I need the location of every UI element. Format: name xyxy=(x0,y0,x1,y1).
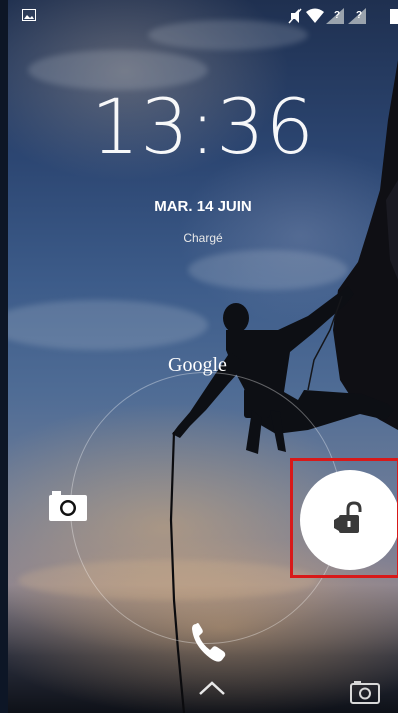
lock-clock: 13:36 xyxy=(90,82,316,171)
signal-icon-2: ? xyxy=(348,8,366,29)
signal-icon: ? xyxy=(326,8,344,29)
highlight-box xyxy=(290,458,398,578)
camera-icon xyxy=(350,681,380,704)
wifi-icon xyxy=(306,8,324,29)
swipe-up-hint[interactable] xyxy=(198,680,226,701)
lockscreen: ? ? 13:36 MAR. 14 JUIN Chargé Google xyxy=(8,0,398,713)
google-now-label[interactable]: Google xyxy=(168,354,227,377)
picture-icon xyxy=(22,8,36,26)
signal-mark: ? xyxy=(356,10,363,21)
lock-date: MAR. 14 JUIN xyxy=(154,198,252,215)
camera-target[interactable] xyxy=(48,490,88,527)
status-bar: ? ? xyxy=(8,0,398,36)
chevron-up-icon xyxy=(199,681,225,695)
phone-icon xyxy=(192,623,226,662)
phone-target[interactable] xyxy=(188,620,228,669)
mute-icon xyxy=(288,8,302,29)
signal-mark: ? xyxy=(334,10,341,21)
battery-icon xyxy=(390,8,398,29)
camera-shortcut[interactable] xyxy=(350,680,380,709)
charging-status: Chargé xyxy=(183,231,223,245)
camera-icon xyxy=(49,491,87,521)
